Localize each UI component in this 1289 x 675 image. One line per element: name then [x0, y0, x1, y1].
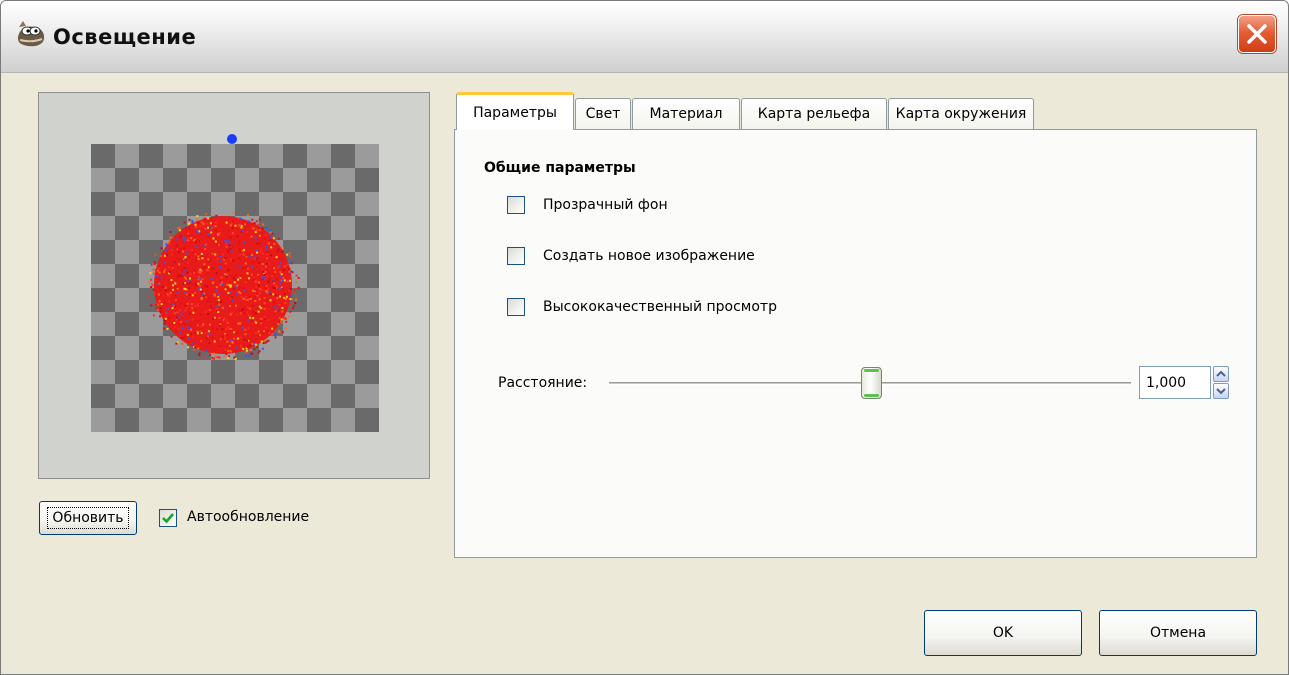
spin-down-button[interactable]: [1213, 383, 1229, 399]
checkmark-icon: [162, 513, 174, 524]
cancel-button-label: Отмена: [1149, 625, 1207, 641]
preview-canvas: [91, 134, 379, 432]
new-image-label[interactable]: Создать новое изображение: [543, 248, 755, 264]
ok-button[interactable]: OK: [924, 610, 1082, 656]
tab-parameters[interactable]: Параметры: [456, 92, 574, 130]
tab-label: Карта рельефа: [757, 106, 871, 122]
tab-label: Свет: [585, 106, 621, 122]
distance-slider-thumb[interactable]: [861, 367, 882, 399]
lighting-dialog: Освещение Обновить Автообновление Параме…: [0, 0, 1289, 675]
spin-up-button[interactable]: [1213, 366, 1229, 382]
new-image-checkbox[interactable]: [507, 247, 525, 265]
auto-update-label[interactable]: Автообновление: [187, 509, 309, 525]
tab-panel-parameters: [454, 129, 1257, 558]
gimp-wilber-icon: [18, 21, 45, 47]
hq-preview-checkbox[interactable]: [507, 298, 525, 316]
tab-environment-map[interactable]: Карта окружения: [888, 98, 1034, 129]
refresh-button-label: Обновить: [47, 507, 129, 529]
auto-update-checkbox[interactable]: [159, 509, 177, 527]
close-icon: [1247, 24, 1267, 44]
tab-bump-map[interactable]: Карта рельефа: [741, 98, 887, 129]
group-title: Общие параметры: [484, 160, 636, 176]
distance-label: Расстояние:: [498, 375, 588, 391]
preview-area[interactable]: [38, 92, 430, 479]
tab-material[interactable]: Материал: [632, 98, 740, 129]
tab-label: Параметры: [473, 104, 557, 121]
hq-preview-label[interactable]: Высококачественный просмотр: [543, 299, 777, 315]
tab-light[interactable]: Свет: [575, 98, 631, 129]
title-bar[interactable]: Освещение: [1, 1, 1288, 73]
tab-label: Материал: [649, 106, 723, 122]
arrow-down-icon: [1216, 388, 1226, 395]
refresh-button[interactable]: Обновить: [39, 501, 137, 535]
window-title: Освещение: [53, 25, 197, 49]
transparent-background-checkbox[interactable]: [507, 196, 525, 214]
arrow-up-icon: [1216, 370, 1226, 377]
close-button[interactable]: [1238, 15, 1276, 53]
light-position-handle[interactable]: [227, 134, 237, 144]
transparent-background-label[interactable]: Прозрачный фон: [543, 197, 668, 213]
distance-input[interactable]: 1,000: [1139, 366, 1211, 399]
cancel-button[interactable]: Отмена: [1099, 610, 1257, 656]
ok-button-label: OK: [992, 625, 1014, 641]
tab-label: Карта окружения: [895, 106, 1027, 122]
